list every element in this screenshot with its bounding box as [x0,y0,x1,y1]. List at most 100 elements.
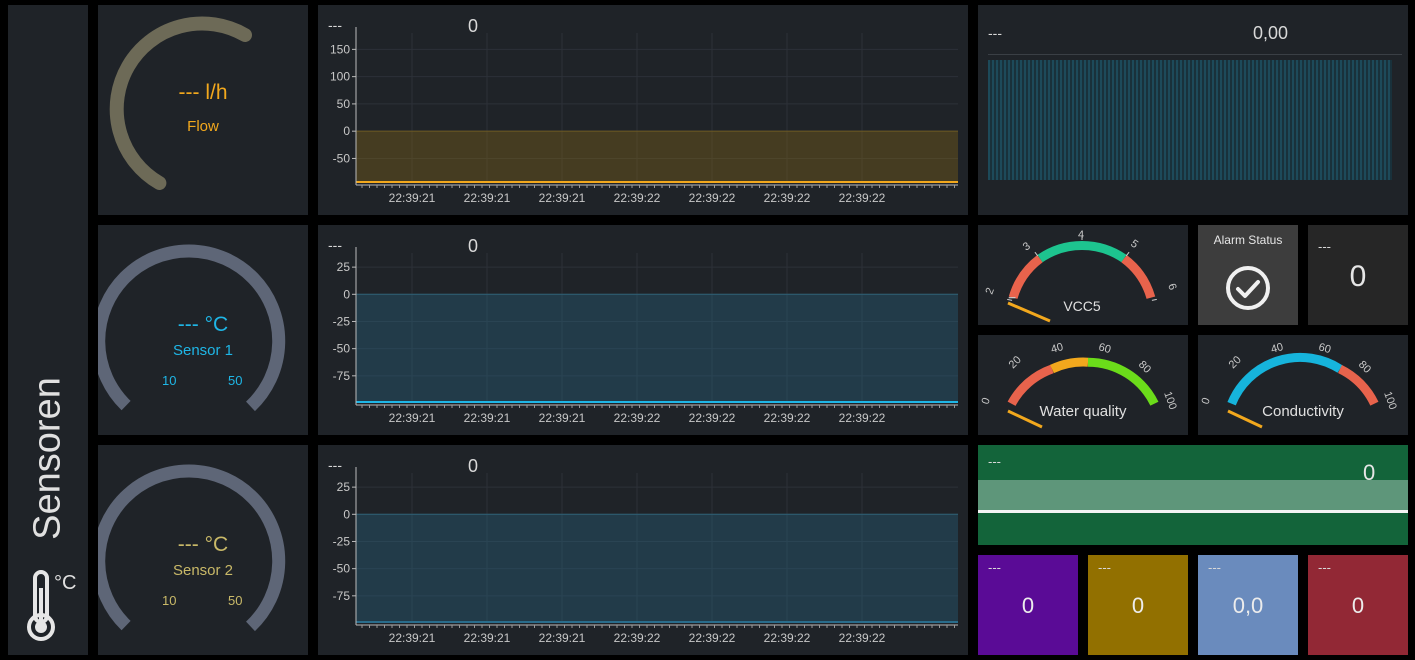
y-tick-label: 0 [343,507,350,521]
x-tick-label: 22:39:22 [689,411,736,425]
value-tile-purple: --- 0 [978,555,1078,655]
cond-tick: 100 [1381,390,1399,411]
y-tick-label: -75 [333,589,351,603]
y-tick-label: 25 [337,480,351,494]
x-tick-label: 22:39:22 [689,631,736,645]
green-bar-tile: --- 0 [978,445,1408,545]
area-fill [356,514,958,623]
y-tick-label: 100 [330,70,350,84]
vcc5-tick: 6 [1165,282,1178,292]
cond-needle [1227,409,1263,429]
alarm-title: Alarm Status [1213,233,1283,247]
cond-tick: 40 [1270,341,1285,356]
cond-tick: 60 [1317,341,1332,356]
cond-tick: 0 [1200,396,1213,406]
tile-header: --- [1208,560,1221,575]
x-tick-label: 22:39:22 [689,191,736,205]
water-quality-gauge: 0 20 40 60 80 100 Water quality [980,341,1179,429]
sensor2-min: 10 [162,593,177,608]
x-tick-label: 22:39:21 [464,191,511,205]
sensor2-chart: 25 0 -25 -50 -75 22:39:21 22:39:21 22:39:21 22:3… [333,467,958,645]
x-tick-label: 22:39:22 [764,191,811,205]
vcc5-tick: 2 [984,286,997,296]
small-value-tile: --- 0 [1308,225,1408,325]
x-tick-label: 22:39:21 [464,631,511,645]
top-right-header: --- [988,25,1002,41]
divider [988,54,1402,55]
tile-value: 0 [1131,593,1145,618]
x-tick-label: 22:39:22 [614,191,661,205]
conductivity-gauge: 0 20 40 60 80 100 Conductivity [1200,341,1399,429]
sensor2-chart-tile: --- 0 25 0 -25 -50 -75 22:39:21 22:39:21 22:39:… [318,445,968,655]
sensor1-value: --- °C [177,313,229,336]
top-right-value: 0,00 [1253,23,1289,43]
flow-label: Flow [187,118,219,135]
x-tick-label: 22:39:21 [389,411,436,425]
y-tick-label: -50 [333,151,351,165]
x-tick-label: 22:39:22 [764,411,811,425]
y-tick-label: 25 [337,260,351,274]
x-tick-label: 22:39:22 [764,631,811,645]
value-tile-red: --- 0 [1308,555,1408,655]
wq-needle [1007,409,1043,429]
x-tick-label: 22:39:21 [464,411,511,425]
conductivity-tile: 0 20 40 60 80 100 Conductivity [1198,335,1408,435]
flow-gauge-arc [109,16,252,190]
x-tick-label: 22:39:22 [614,631,661,645]
y-tick-label: -25 [333,314,351,328]
x-tick-label: 22:39:21 [389,631,436,645]
wq-tick: 0 [980,396,993,406]
sensor2-gauge-tile: --- °C Sensor 2 10 50 [98,445,308,655]
wq-tick: 60 [1097,341,1112,356]
vcc5-tick: 3 [1021,240,1033,253]
tile-header: --- [1318,560,1331,575]
value-tile-blue: --- 0,0 [1198,555,1298,655]
green-bar-header: --- [988,454,1001,469]
small-value-header: --- [1318,239,1331,254]
vcc5-gauge-tile: 2 3 4 5 6 VCC5 [978,225,1188,325]
vcc5-tick: 4 [1078,229,1084,241]
tile-value: 0 [1351,593,1365,618]
wq-tick: 20 [1007,354,1024,371]
sidebar: Sensoren °C [8,5,88,655]
vcc5-needle [1007,301,1051,323]
value-tile-olive: --- 0 [1088,555,1188,655]
sidebar-unit: °C [54,572,77,594]
top-right-tile: --- 0,00 [978,5,1408,215]
green-bar-band [978,480,1408,511]
y-tick-label: -50 [333,342,351,356]
sensor2-value: --- °C [177,533,229,556]
y-tick-label: 50 [337,97,351,111]
sidebar-title: Sensoren [26,377,69,540]
flow-chart: 150 100 50 0 -50 22:39:21 22:39:21 22:39:21 22:3… [330,27,958,205]
x-tick-label: 22:39:22 [614,411,661,425]
wq-tick: 40 [1050,341,1065,356]
water-quality-tile: 0 20 40 60 80 100 Water quality [978,335,1188,435]
x-tick-label: 22:39:22 [839,411,886,425]
sensor2-max: 50 [228,593,243,608]
y-tick-label: -25 [333,534,351,548]
flow-gauge-tile: --- l/h Flow [98,5,308,215]
sensor1-chart: 25 0 -25 -50 -75 22:39:21 22:39:21 22:39:21 22:3… [333,247,958,425]
check-circle-icon [1226,266,1270,310]
wq-label: Water quality [1040,403,1127,420]
alarm-status-tile: Alarm Status [1198,225,1298,325]
small-value: 0 [1349,260,1367,293]
area-fill [356,131,958,183]
x-tick-label: 22:39:22 [839,631,886,645]
y-tick-label: 0 [343,287,350,301]
vcc5-gauge: 2 3 4 5 6 VCC5 [984,229,1179,323]
y-tick-label: 150 [330,42,350,56]
y-tick-label: -75 [333,369,351,383]
wq-tick: 100 [1161,390,1179,411]
vcc5-label: VCC5 [1063,298,1101,314]
vcc5-tick: 5 [1128,238,1140,251]
sensor1-chart-tile: --- 0 25 0 -25 -50 -75 22:39:21 22:39:21 22:39:… [318,225,968,435]
x-tick-label: 22:39:21 [389,191,436,205]
sensor1-gauge-tile: --- °C Sensor 1 10 50 [98,225,308,435]
x-tick-label: 22:39:21 [539,411,586,425]
x-tick-label: 22:39:22 [839,191,886,205]
sensor1-label: Sensor 1 [172,342,234,359]
tile-header: --- [988,560,1001,575]
y-tick-label: -50 [333,562,351,576]
